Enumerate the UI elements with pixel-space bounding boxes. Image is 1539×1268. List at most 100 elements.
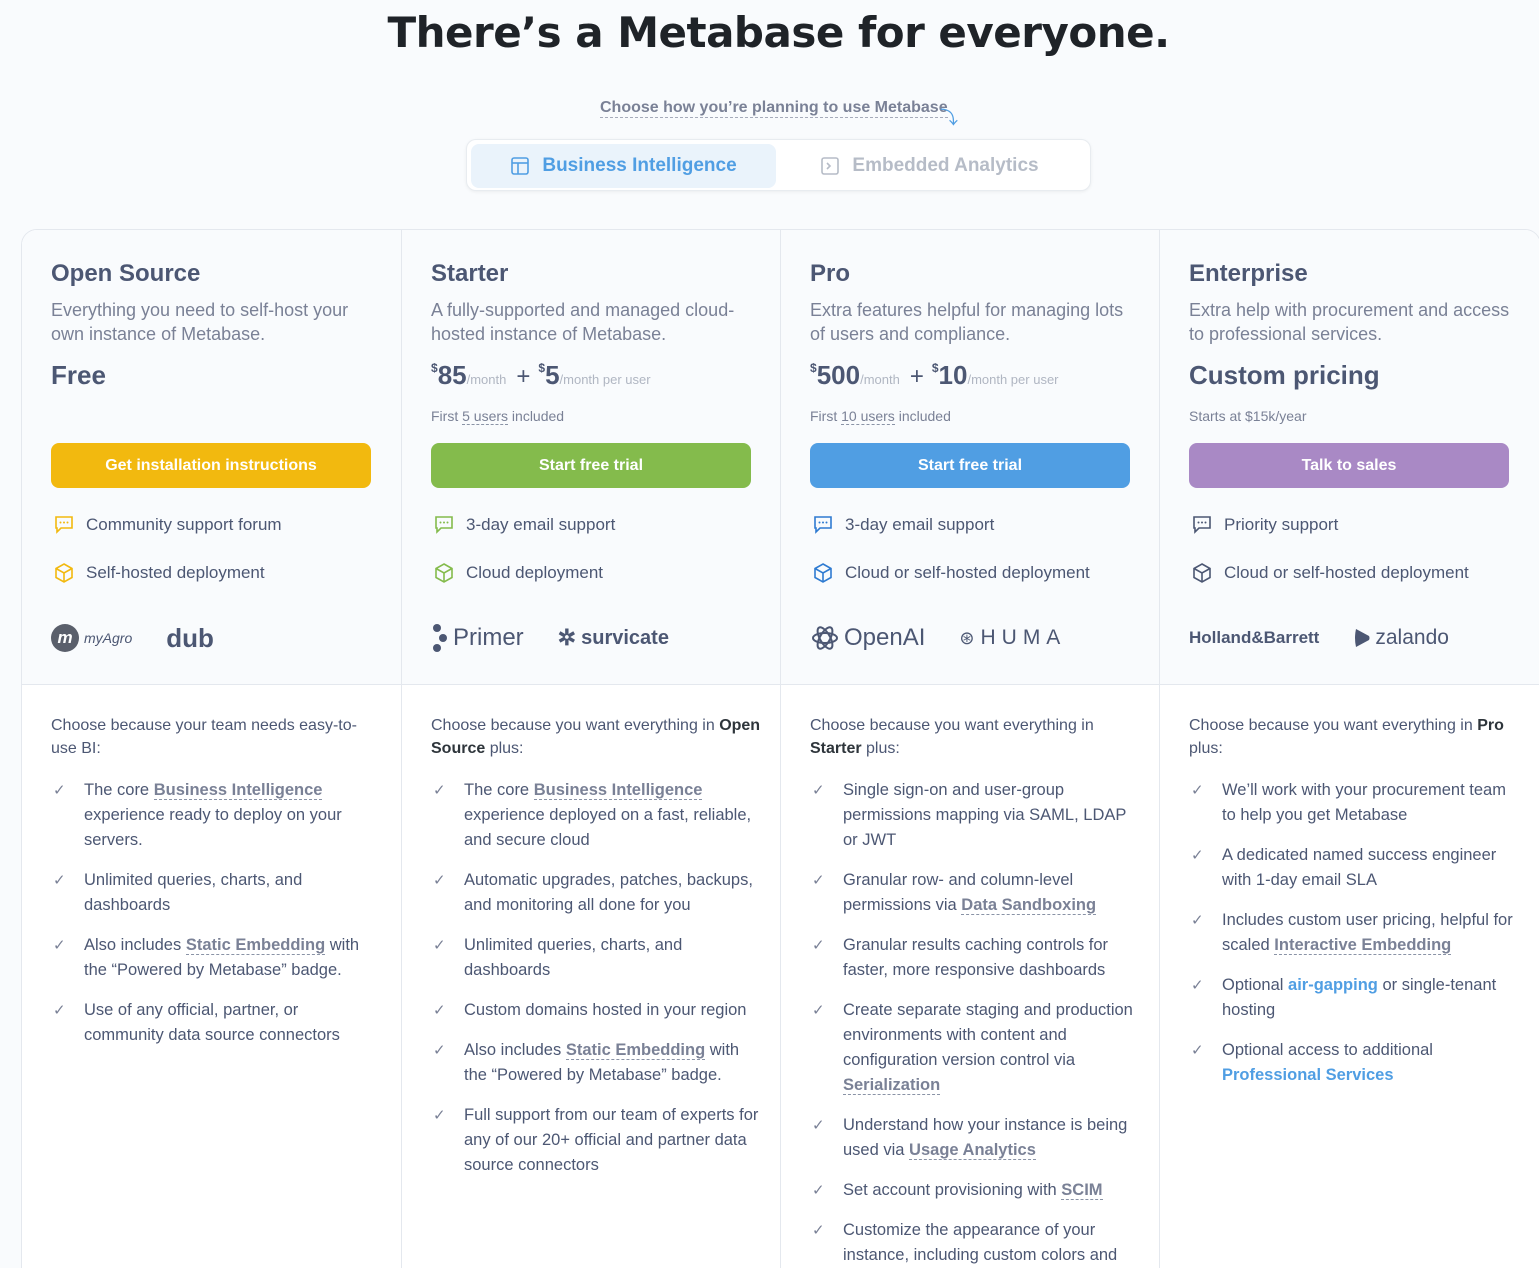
logo-openai: OpenAI bbox=[810, 623, 925, 653]
air-gapping-link[interactable]: air-gapping bbox=[1288, 976, 1378, 994]
list-item: ✓ A dedicated named success engineer with… bbox=[1189, 843, 1519, 893]
feature-label: Self-hosted deployment bbox=[86, 563, 265, 582]
price-note: First 10 users included bbox=[810, 408, 951, 425]
usage-analytics-link[interactable]: Usage Analytics bbox=[909, 1141, 1036, 1160]
list-item: ✓ Understand how your instance is being u… bbox=[810, 1113, 1140, 1163]
cube-icon bbox=[435, 563, 453, 583]
list-item: ✓ Unlimited queries, charts, and dashboar… bbox=[51, 868, 381, 918]
business-intelligence-link[interactable]: Business Intelligence bbox=[533, 781, 703, 800]
interactive-embedding-link[interactable]: Interactive Embedding bbox=[1274, 936, 1452, 955]
price-note: Starts at $15k/year bbox=[1189, 408, 1307, 424]
cube-icon bbox=[814, 563, 832, 583]
start-free-trial-button[interactable]: Start free trial bbox=[431, 443, 751, 488]
tab-label: Embedded Analytics bbox=[852, 155, 1039, 176]
feature-deployment: Self-hosted deployment bbox=[53, 562, 265, 584]
cube-icon bbox=[1193, 563, 1211, 583]
scim-link[interactable]: SCIM bbox=[1061, 1181, 1103, 1200]
feature-support: Priority support bbox=[1191, 514, 1338, 536]
users-link[interactable]: 5 users bbox=[462, 408, 509, 425]
tab-business-intelligence[interactable]: Business Intelligence bbox=[471, 144, 776, 188]
zalando-icon bbox=[1355, 629, 1370, 647]
list-item: ✓ Granular results caching controls for f… bbox=[810, 933, 1140, 983]
list-item: ✓ Also includes Static Embedding with the… bbox=[51, 933, 381, 983]
plan-header: Open Source Everything you need to self-… bbox=[22, 230, 402, 685]
plan-header: Enterprise Extra help with procurement a… bbox=[1160, 230, 1539, 685]
customer-logos: m myAgro dub bbox=[51, 618, 248, 658]
list-item: ✓ Automatic upgrades, patches, backups, a… bbox=[431, 868, 761, 918]
usage-chooser-label: Choose how you’re planning to use Metaba… bbox=[600, 99, 948, 118]
logo-dub: dub bbox=[166, 622, 214, 653]
list-item: ✓ Full support from our team of experts f… bbox=[431, 1103, 761, 1178]
logo-myagro: m myAgro bbox=[51, 624, 132, 652]
check-icon: ✓ bbox=[812, 937, 825, 954]
talk-to-sales-button[interactable]: Talk to sales bbox=[1189, 443, 1509, 488]
plan-price: $500/month + $10/month per user bbox=[810, 360, 1059, 390]
why-choose: Choose because your team needs easy-to-u… bbox=[51, 717, 357, 757]
feature-list: ✓ Single sign-on and user-group permissio… bbox=[810, 778, 1140, 1268]
plan-description: Extra features helpful for managing lots… bbox=[810, 300, 1124, 344]
check-icon: ✓ bbox=[812, 782, 825, 799]
check-icon: ✓ bbox=[812, 1117, 825, 1134]
list-item: ✓ Custom domains hosted in your region bbox=[431, 998, 761, 1023]
list-item: ✓ Also includes Static Embedding with the… bbox=[431, 1038, 761, 1088]
why-choose: Choose because you want everything in Pr… bbox=[1189, 717, 1504, 757]
logo-survicate: ✲ survicate bbox=[557, 625, 669, 650]
cube-icon bbox=[55, 563, 73, 583]
list-item: ✓ We’ll work with your procurement team t… bbox=[1189, 778, 1519, 828]
static-embedding-link[interactable]: Static Embedding bbox=[185, 936, 326, 955]
list-item: ✓ Unlimited queries, charts, and dashboar… bbox=[431, 933, 761, 983]
curved-arrow-icon: ⤵ bbox=[940, 108, 958, 128]
serialization-link[interactable]: Serialization bbox=[843, 1076, 941, 1095]
page-title: There’s a Metabase for everyone. bbox=[387, 8, 1170, 57]
check-icon: ✓ bbox=[433, 1002, 446, 1019]
plan-name: Starter bbox=[431, 260, 509, 287]
get-installation-button[interactable]: Get installation instructions bbox=[51, 443, 371, 488]
feature-list: ✓ We’ll work with your procurement team t… bbox=[1189, 778, 1519, 1103]
list-item: ✓ Granular row- and column-level permissi… bbox=[810, 868, 1140, 918]
plan-price: $85/month + $5/month per user bbox=[431, 360, 651, 390]
list-item: ✓ The core Business Intelligence experien… bbox=[51, 778, 381, 853]
list-item: ✓ The core Business Intelligence experien… bbox=[431, 778, 761, 853]
list-item: ✓ Includes custom user pricing, helpful f… bbox=[1189, 908, 1519, 958]
list-item: ✓ Set account provisioning with SCIM bbox=[810, 1178, 1140, 1203]
check-icon: ✓ bbox=[1191, 912, 1204, 929]
list-item: ✓ Create separate staging and production … bbox=[810, 998, 1140, 1098]
tab-embedded-analytics[interactable]: Embedded Analytics bbox=[777, 144, 1082, 188]
plan-name: Enterprise bbox=[1189, 260, 1308, 287]
list-item: ✓ Optional access to additional Professio… bbox=[1189, 1038, 1519, 1088]
data-sandboxing-link[interactable]: Data Sandboxing bbox=[961, 896, 1097, 915]
check-icon: ✓ bbox=[812, 1002, 825, 1019]
customer-logos: OpenAI ⊛ HUMA bbox=[810, 618, 1100, 658]
check-icon: ✓ bbox=[53, 782, 66, 799]
check-icon: ✓ bbox=[433, 872, 446, 889]
plan-open-source: Open Source Everything you need to self-… bbox=[22, 230, 402, 1268]
feature-list: ✓ The core Business Intelligence experien… bbox=[431, 778, 761, 1193]
feature-label: Cloud or self-hosted deployment bbox=[1224, 563, 1469, 582]
logo-holland-barrett: Holland&Barrett bbox=[1189, 628, 1320, 647]
static-embedding-link[interactable]: Static Embedding bbox=[565, 1041, 706, 1060]
check-icon: ✓ bbox=[1191, 847, 1204, 864]
huma-icon: ⊛ bbox=[959, 627, 975, 648]
openai-icon bbox=[812, 626, 838, 650]
feature-label: Cloud deployment bbox=[466, 563, 604, 582]
feature-label: Community support forum bbox=[86, 515, 282, 534]
list-item: ✓ Single sign-on and user-group permissio… bbox=[810, 778, 1140, 853]
plan-description: Everything you need to self-host your ow… bbox=[51, 300, 349, 344]
plan-description: Extra help with procurement and access t… bbox=[1189, 300, 1510, 344]
professional-services-link[interactable]: Professional Services bbox=[1222, 1066, 1394, 1084]
check-icon: ✓ bbox=[812, 1182, 825, 1199]
users-link[interactable]: 10 users bbox=[841, 408, 895, 425]
list-item: ✓ Optional air-gapping or single-tenant h… bbox=[1189, 973, 1519, 1023]
price-note: First 5 users included bbox=[431, 408, 565, 425]
start-free-trial-button[interactable]: Start free trial bbox=[810, 443, 1130, 488]
list-item: ✓ Customize the appearance of your instan… bbox=[810, 1218, 1140, 1268]
check-icon: ✓ bbox=[1191, 782, 1204, 799]
feature-support: Community support forum bbox=[53, 514, 282, 536]
chat-icon bbox=[435, 516, 453, 534]
check-icon: ✓ bbox=[812, 1222, 825, 1239]
feature-deployment: Cloud or self-hosted deployment bbox=[812, 562, 1090, 584]
usage-toggle: Business Intelligence Embedded Analytics bbox=[466, 139, 1091, 191]
feature-label: Priority support bbox=[1224, 515, 1339, 534]
tab-label: Business Intelligence bbox=[542, 155, 737, 176]
business-intelligence-link[interactable]: Business Intelligence bbox=[153, 781, 323, 800]
